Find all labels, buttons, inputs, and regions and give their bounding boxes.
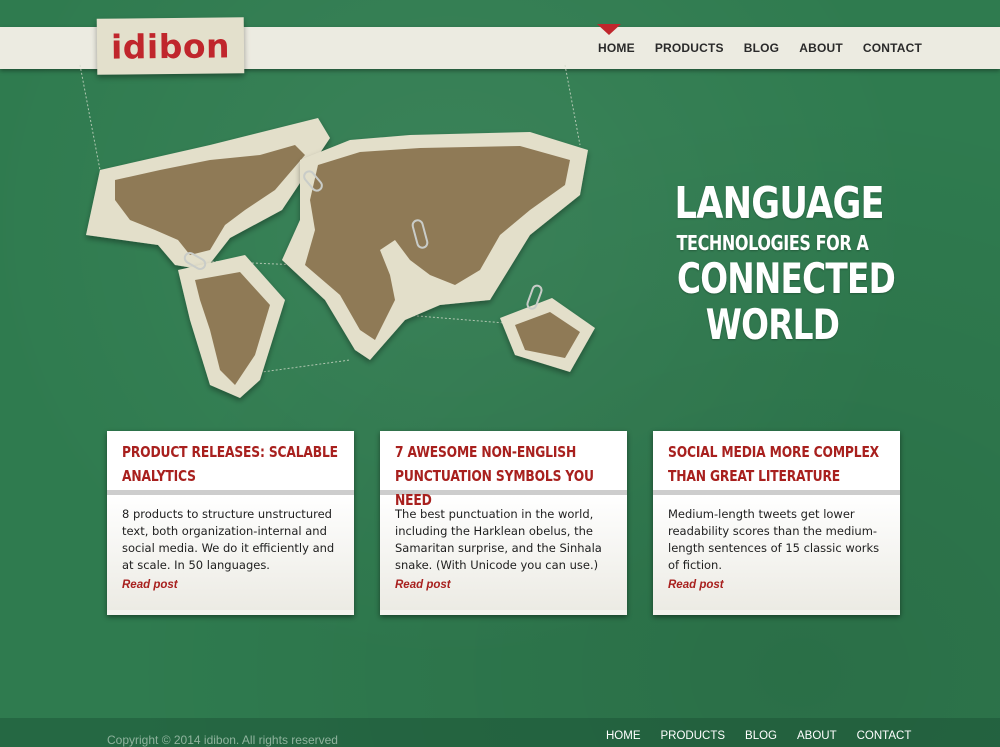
card-excerpt: Medium-length tweets get lower readabili… — [668, 507, 880, 572]
post-card: PRODUCT RELEASES: SCALABLE ANALYTICS 8 p… — [107, 431, 354, 615]
card-title[interactable]: 7 AWESOME NON-ENGLISH PUNCTUATION SYMBOL… — [395, 440, 612, 512]
card-title[interactable]: PRODUCT RELEASES: SCALABLE ANALYTICS — [122, 440, 339, 488]
headline-line-4: WORLD — [705, 300, 840, 349]
card-body: 8 products to structure unstructured tex… — [107, 495, 354, 610]
footer-nav-home[interactable]: HOME — [606, 730, 641, 742]
card-header: SOCIAL MEDIA MORE COMPLEX THAN GREAT LIT… — [653, 431, 900, 495]
card-body: The best punctuation in the world, inclu… — [380, 495, 627, 610]
south-america-cutout — [178, 255, 285, 398]
headline-line-3: CONNECTED — [676, 254, 896, 303]
footer-nav-about[interactable]: ABOUT — [797, 730, 837, 742]
read-post-link[interactable]: Read post — [395, 579, 613, 591]
nav-blog[interactable]: BLOG — [744, 41, 779, 55]
footer-nav-products[interactable]: PRODUCTS — [661, 730, 726, 742]
card-excerpt: The best punctuation in the world, inclu… — [395, 507, 602, 572]
card-header: PRODUCT RELEASES: SCALABLE ANALYTICS — [107, 431, 354, 495]
hero-headline: LANGUAGE TECHNOLOGIES FOR A CONNECTED WO… — [650, 178, 896, 349]
card-body: Medium-length tweets get lower readabili… — [653, 495, 900, 610]
card-title[interactable]: SOCIAL MEDIA MORE COMPLEX THAN GREAT LIT… — [668, 440, 885, 488]
nav-products[interactable]: PRODUCTS — [655, 41, 724, 55]
australia-cutout — [500, 298, 595, 372]
nav-about[interactable]: ABOUT — [799, 41, 843, 55]
card-header: 7 AWESOME NON-ENGLISH PUNCTUATION SYMBOL… — [380, 431, 627, 509]
footer-nav-contact[interactable]: CONTACT — [857, 730, 912, 742]
footer-nav: HOME PRODUCTS BLOG ABOUT CONTACT — [596, 730, 921, 742]
headline-line-2: TECHNOLOGIES FOR A — [676, 231, 869, 255]
read-post-link[interactable]: Read post — [668, 579, 886, 591]
nav-contact[interactable]: CONTACT — [863, 41, 922, 55]
copyright-text: Copyright © 2014 idibon. All rights rese… — [107, 733, 338, 747]
footer-nav-blog[interactable]: BLOG — [745, 730, 777, 742]
headline-line-1: LANGUAGE — [674, 178, 885, 229]
world-map-illustration — [79, 64, 595, 398]
card-excerpt: 8 products to structure unstructured tex… — [122, 507, 335, 572]
read-post-link[interactable]: Read post — [122, 579, 340, 591]
post-card: 7 AWESOME NON-ENGLISH PUNCTUATION SYMBOL… — [380, 431, 627, 615]
post-card: SOCIAL MEDIA MORE COMPLEX THAN GREAT LIT… — [653, 431, 900, 615]
nav-home[interactable]: HOME — [598, 41, 635, 55]
main-nav: HOME PRODUCTS BLOG ABOUT CONTACT — [588, 27, 932, 69]
